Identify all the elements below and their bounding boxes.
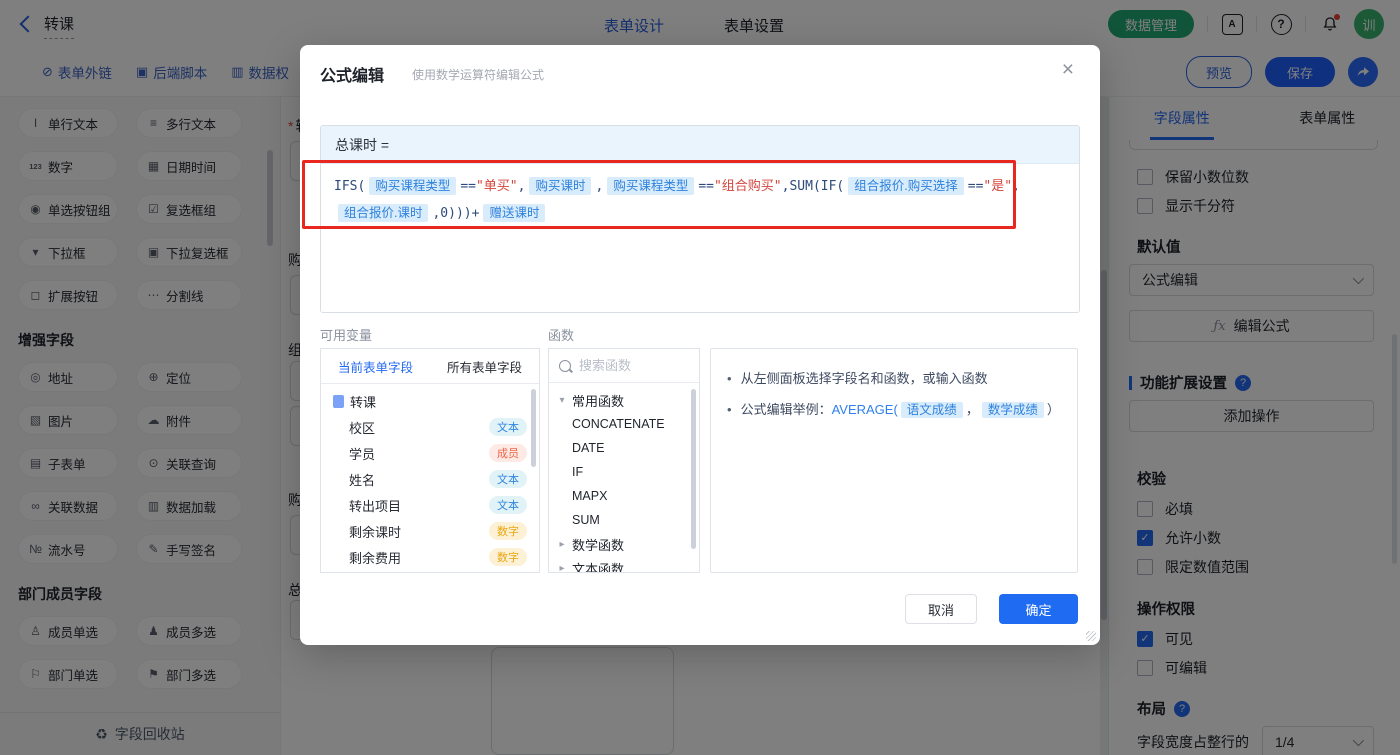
formula-token: "单买" — [475, 179, 518, 194]
func-group-label: 文本函数 — [572, 561, 625, 573]
variable-field-name: 校区 — [349, 420, 376, 436]
formula-token: ,0)))+ — [432, 206, 480, 221]
func-group[interactable]: ▸ 数学函数 — [549, 532, 699, 556]
form-doc-icon — [333, 394, 344, 408]
variables-list: 转课 校区 文本 学员 成员 姓名 文本 转出项目 文本 剩余课时 数字 剩余费用 数字 — [321, 388, 539, 570]
tab-current-form-fields[interactable]: 当前表单字段 — [321, 349, 430, 383]
func-item-label: SUM — [572, 513, 600, 527]
variable-field-row[interactable]: 转出项目 文本 — [321, 492, 539, 518]
variable-field-name: 姓名 — [349, 472, 376, 488]
tree-caret-icon: ▾ — [559, 394, 565, 406]
variables-tabs: 当前表单字段 所有表单字段 — [321, 349, 539, 384]
field-type-badge: 文本 — [489, 418, 527, 436]
formula-token: == — [967, 179, 984, 194]
variable-field-row[interactable]: 姓名 文本 — [321, 466, 539, 492]
formula-editor[interactable]: 总课时 = IFS(购买课程类型 =="单买", 购买课时, 购买课程类型 =="组合购… — [320, 125, 1080, 313]
field-type-badge: 文本 — [489, 496, 527, 514]
func-item[interactable]: MAPX — [549, 484, 699, 508]
resize-handle-icon[interactable] — [1086, 631, 1096, 641]
field-type-badge: 文本 — [489, 470, 527, 488]
formula-token: , — [517, 179, 526, 194]
func-group[interactable]: ▾ 常用函数 — [549, 388, 699, 412]
close-icon[interactable]: × — [1062, 59, 1074, 80]
variable-field-name: 剩余费用 — [349, 550, 402, 566]
formula-token: == — [460, 179, 476, 194]
tip-token: AVERAGE( — [831, 402, 898, 417]
tip-row: • 从左侧面板选择字段名和函数，或输入函数 — [727, 368, 1061, 390]
example-field-chip: 数学成绩 — [981, 402, 1044, 418]
variable-field-row[interactable]: 学员 成员 — [321, 440, 539, 466]
functions-panel: ▾ 常用函数 CONCATENATE DATE IF MAPX SUM ▸ 数学函数 ▸ 文本函数 — [548, 348, 700, 573]
func-item-label: CONCATENATE — [572, 417, 665, 431]
formula-expression[interactable]: IFS(购买课程类型 =="单买", 购买课时, 购买课程类型 =="组合购买",SUM… — [321, 164, 1079, 236]
variable-field-name: 转出项目 — [349, 498, 402, 514]
formula-token: , — [595, 179, 604, 194]
formula-token: "组合购买" — [713, 179, 782, 194]
field-type-badge: 数字 — [489, 522, 527, 540]
func-item[interactable]: DATE — [549, 436, 699, 460]
variables-panel: 当前表单字段 所有表单字段 转课 校区 文本 学员 成员 姓名 文本 转出项目 文本 剩余课时 数字… — [320, 348, 540, 573]
tip-row: • 公式编辑举例：AVERAGE(语文成绩，数学成绩） — [727, 399, 1061, 421]
cancel-button[interactable]: 取消 — [905, 594, 977, 624]
variable-field-row[interactable]: 剩余课时 数字 — [321, 518, 539, 544]
formula-token: "是" — [983, 179, 1013, 194]
tip-token: 公式编辑举例： — [740, 402, 832, 417]
func-item[interactable]: CONCATENATE — [549, 412, 699, 436]
tree-caret-icon: ▸ — [559, 562, 565, 573]
variable-field-name: 学员 — [349, 446, 376, 462]
func-item[interactable]: SUM — [549, 508, 699, 532]
confirm-button[interactable]: 确定 — [999, 594, 1078, 624]
formula-token: IFS( — [334, 179, 366, 194]
formula-token: ,SUM(IF( — [781, 179, 845, 194]
formula-field-chip[interactable]: 购买课程类型 — [369, 177, 457, 195]
formula-field-chip[interactable]: 赠送课时 — [483, 204, 546, 222]
func-item-label: IF — [572, 465, 584, 479]
variable-field-name: 剩余课时 — [349, 524, 402, 540]
formula-token: == — [698, 179, 714, 194]
tip-token: 从左侧面板选择字段名和函数，或输入函数 — [740, 371, 988, 386]
tip-text: 公式编辑举例：AVERAGE(语文成绩，数学成绩） — [741, 399, 1060, 421]
variable-field-row[interactable]: 剩余费用 数字 — [321, 544, 539, 570]
tip-text: 从左侧面板选择字段名和函数，或输入函数 — [741, 368, 988, 390]
tip-token: ） — [1046, 402, 1060, 417]
variables-form-row[interactable]: 转课 — [321, 388, 539, 414]
function-search — [549, 349, 699, 383]
formula-field-chip[interactable]: 购买课程类型 — [607, 177, 695, 195]
tree-caret-icon: ▸ — [559, 538, 565, 550]
formula-editor-modal: 公式编辑 使用数学运算符编辑公式 × 总课时 = IFS(购买课程类型 =="单买… — [300, 45, 1100, 645]
modal-subtitle: 使用数学运算符编辑公式 — [412, 68, 545, 82]
functions-scrollbar[interactable] — [691, 389, 696, 549]
tip-token: ， — [965, 402, 979, 417]
function-tree: ▾ 常用函数 CONCATENATE DATE IF MAPX SUM ▸ 数学函数 ▸ 文本函数 — [549, 383, 699, 573]
func-group-label: 数学函数 — [572, 537, 625, 553]
func-item-label: DATE — [572, 441, 605, 455]
variables-label: 可用变量 — [320, 328, 373, 343]
form-name: 转课 — [350, 394, 377, 410]
variable-field-row[interactable]: 校区 文本 — [321, 414, 539, 440]
tips-panel: • 从左侧面板选择字段名和函数，或输入函数 • 公式编辑举例：AVERAGE(语文成绩… — [710, 348, 1078, 573]
tab-all-form-fields[interactable]: 所有表单字段 — [430, 349, 539, 383]
formula-token: , — [1012, 179, 1020, 194]
search-icon — [559, 359, 571, 372]
formula-result-label: 总课时 = — [321, 126, 1079, 164]
modal-title: 公式编辑 — [320, 68, 385, 85]
func-group[interactable]: ▸ 文本函数 — [549, 556, 699, 573]
formula-field-chip[interactable]: 购买课时 — [529, 177, 592, 195]
app-root: 转课 表单设计 表单设置 数据管理 A ? 训 ⊘表单外链▣后端脚本▥数据权 预… — [0, 0, 1400, 755]
formula-field-chip[interactable]: 组合报价.购买选择 — [848, 177, 964, 195]
field-type-badge: 数字 — [489, 548, 527, 566]
func-item[interactable]: IF — [549, 460, 699, 484]
variables-scrollbar[interactable] — [531, 389, 536, 467]
function-search-input[interactable] — [577, 357, 671, 374]
example-field-chip: 语文成绩 — [900, 402, 963, 418]
func-item-label: MAPX — [572, 489, 608, 503]
field-type-badge: 成员 — [489, 444, 527, 462]
bullet-icon: • — [727, 402, 732, 417]
formula-field-chip[interactable]: 组合报价.课时 — [338, 204, 429, 222]
func-group-label: 常用函数 — [572, 393, 625, 409]
bullet-icon: • — [727, 371, 732, 386]
functions-label: 函数 — [548, 328, 575, 343]
